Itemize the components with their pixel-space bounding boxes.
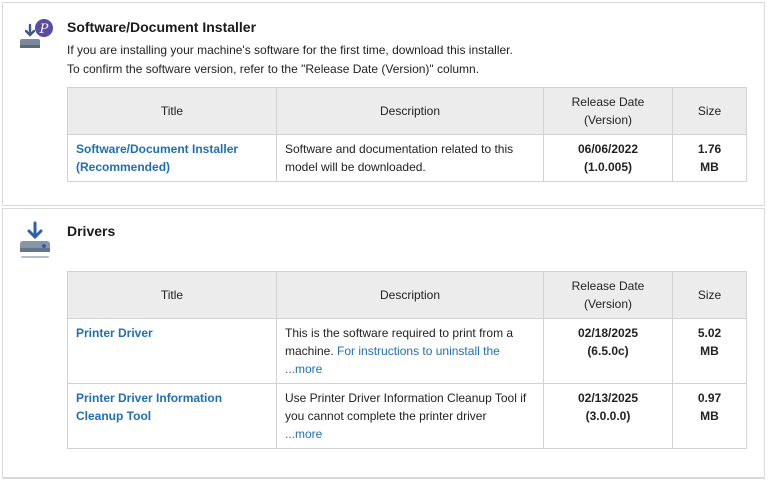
- row-size: 0.97 MB: [672, 383, 747, 449]
- driver-download-icon: [20, 221, 50, 258]
- installer-table: Title Description Release Date (Version)…: [67, 87, 747, 182]
- release-version: (6.5.0c): [587, 344, 629, 358]
- header-line: (Version): [583, 113, 633, 127]
- row-description: This is the software required to print f…: [276, 318, 544, 384]
- col-title-header: Title: [67, 87, 277, 135]
- intro-text: If you are installing your machine's sof…: [67, 41, 513, 79]
- col-release-header: Release Date (Version): [543, 271, 673, 319]
- col-description-header: Description: [276, 271, 544, 319]
- intro-line: To confirm the software version, refer t…: [67, 62, 480, 76]
- size-value: 0.97: [697, 391, 722, 405]
- more-link[interactable]: ...more: [285, 427, 322, 441]
- intro-line: If you are installing your machine's sof…: [67, 43, 513, 57]
- table-row: Software/Document Installer (Recommended…: [67, 134, 747, 182]
- drivers-table: Title Description Release Date (Version)…: [67, 271, 747, 449]
- cleanup-tool-link[interactable]: Printer Driver Information Cleanup Tool: [76, 391, 222, 423]
- printer-driver-link[interactable]: Printer Driver: [76, 326, 153, 340]
- title-line: (Recommended): [76, 160, 171, 174]
- size-unit: MB: [700, 160, 719, 174]
- installer-download-link[interactable]: Software/Document Installer (Recommended…: [76, 142, 238, 174]
- row-release: 02/13/2025 (3.0.0.0): [543, 383, 673, 449]
- section-title: Drivers: [67, 223, 116, 239]
- row-release: 06/06/2022 (1.0.005): [543, 134, 673, 182]
- release-date: 02/13/2025: [577, 391, 639, 405]
- table-header-row: Title Description Release Date (Version)…: [67, 271, 747, 319]
- col-release-header: Release Date (Version): [543, 87, 673, 135]
- table-row: Printer Driver Information Cleanup Tool …: [67, 383, 747, 449]
- size-value: 5.02: [697, 326, 722, 340]
- size-value: 1.76: [697, 142, 722, 156]
- size-unit: MB: [700, 344, 719, 358]
- svg-text:P: P: [39, 22, 49, 37]
- next-section-edge: [2, 478, 765, 483]
- row-size: 1.76 MB: [672, 134, 747, 182]
- title-line: Software/Document Installer: [76, 142, 239, 156]
- row-size: 5.02 MB: [672, 318, 747, 384]
- installer-section: P Software/Document Installer If you are…: [2, 2, 765, 206]
- table-row: Printer Driver This is the software requ…: [67, 318, 747, 384]
- release-version: (3.0.0.0): [585, 409, 631, 423]
- row-title-cell: Printer Driver: [67, 318, 277, 384]
- header-line: Release Date: [571, 95, 645, 109]
- release-version: (1.0.005): [583, 160, 633, 174]
- installer-download-icon: P: [20, 19, 53, 48]
- col-size-header: Size: [672, 87, 747, 135]
- description-text: Use Printer Driver Information Cleanup T…: [285, 391, 527, 423]
- col-size-header: Size: [672, 271, 747, 319]
- release-date: 02/18/2025: [577, 326, 639, 340]
- row-release: 02/18/2025 (6.5.0c): [543, 318, 673, 384]
- more-link[interactable]: ...more: [285, 362, 322, 376]
- drivers-section: Drivers Title Description Release Date (…: [2, 208, 765, 478]
- row-title-cell: Software/Document Installer (Recommended…: [67, 134, 277, 182]
- row-title-cell: Printer Driver Information Cleanup Tool: [67, 383, 277, 449]
- col-description-header: Description: [276, 87, 544, 135]
- row-description: Software and documentation related to th…: [276, 134, 544, 182]
- uninstall-instructions-link[interactable]: For instructions to uninstall the: [337, 344, 500, 358]
- col-title-header: Title: [67, 271, 277, 319]
- table-header-row: Title Description Release Date (Version)…: [67, 87, 747, 135]
- row-description: Use Printer Driver Information Cleanup T…: [276, 383, 544, 449]
- release-date: 06/06/2022: [577, 142, 639, 156]
- section-title: Software/Document Installer: [67, 19, 257, 35]
- header-line: (Version): [583, 297, 633, 311]
- header-line: Release Date: [571, 279, 645, 293]
- size-unit: MB: [700, 409, 719, 423]
